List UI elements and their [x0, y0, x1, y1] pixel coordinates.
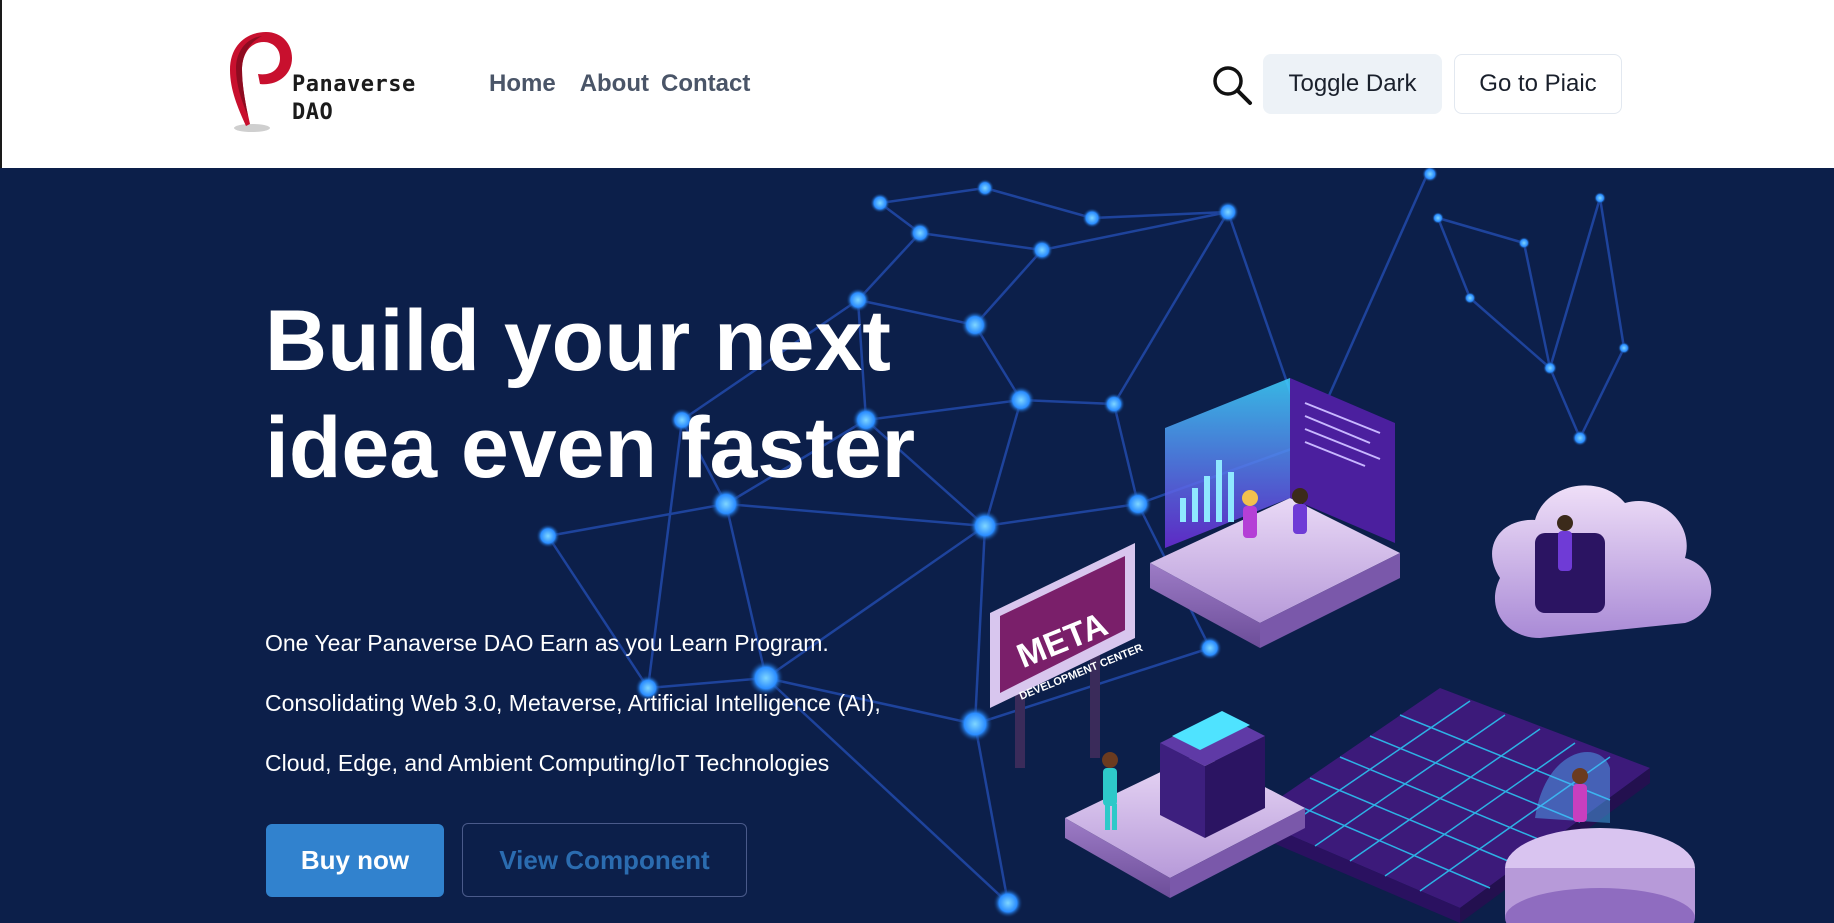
server-platform	[1065, 711, 1305, 898]
search-icon	[1213, 66, 1252, 105]
top-navbar: Panaverse DAO Home About Contact Toggle …	[0, 0, 1834, 168]
logo-pin-icon	[230, 32, 292, 132]
panaverse-logo[interactable]: Panaverse DAO	[224, 28, 424, 136]
nav-home-link[interactable]: Home	[489, 70, 556, 98]
nav-contact-link[interactable]: Contact	[661, 70, 750, 98]
nav-about-link[interactable]: About	[580, 70, 649, 98]
buy-now-button[interactable]: Buy now	[266, 824, 444, 897]
office-platform	[1150, 378, 1400, 648]
hero-subtitle-line-3: Cloud, Edge, and Ambient Computing/IoT T…	[265, 750, 830, 776]
search-button[interactable]	[1210, 63, 1254, 107]
hero-subtitle-line-2: Consolidating Web 3.0, Metaverse, Artifi…	[265, 690, 881, 716]
main-nav: Home About Contact	[489, 70, 774, 98]
cloud	[1492, 485, 1712, 638]
toggle-dark-button[interactable]: Toggle Dark	[1263, 54, 1442, 114]
go-to-piaic-button[interactable]: Go to Piaic	[1454, 54, 1622, 114]
hero-section: Build your next idea even faster One Yea…	[0, 168, 1834, 923]
view-component-button[interactable]: View Component	[462, 823, 747, 897]
meta-development-illustration: META DEVELOPMENT CENTER	[990, 378, 1712, 923]
logo-text-panaverse: Panaverse	[292, 72, 416, 97]
hero-subtitle-line-1: One Year Panaverse DAO Earn as you Learn…	[265, 630, 829, 656]
meta-sign: META DEVELOPMENT CENTER	[990, 543, 1145, 768]
logo-text-dao: DAO	[292, 100, 334, 125]
hero-headline: Build your next idea even faster	[265, 293, 916, 496]
